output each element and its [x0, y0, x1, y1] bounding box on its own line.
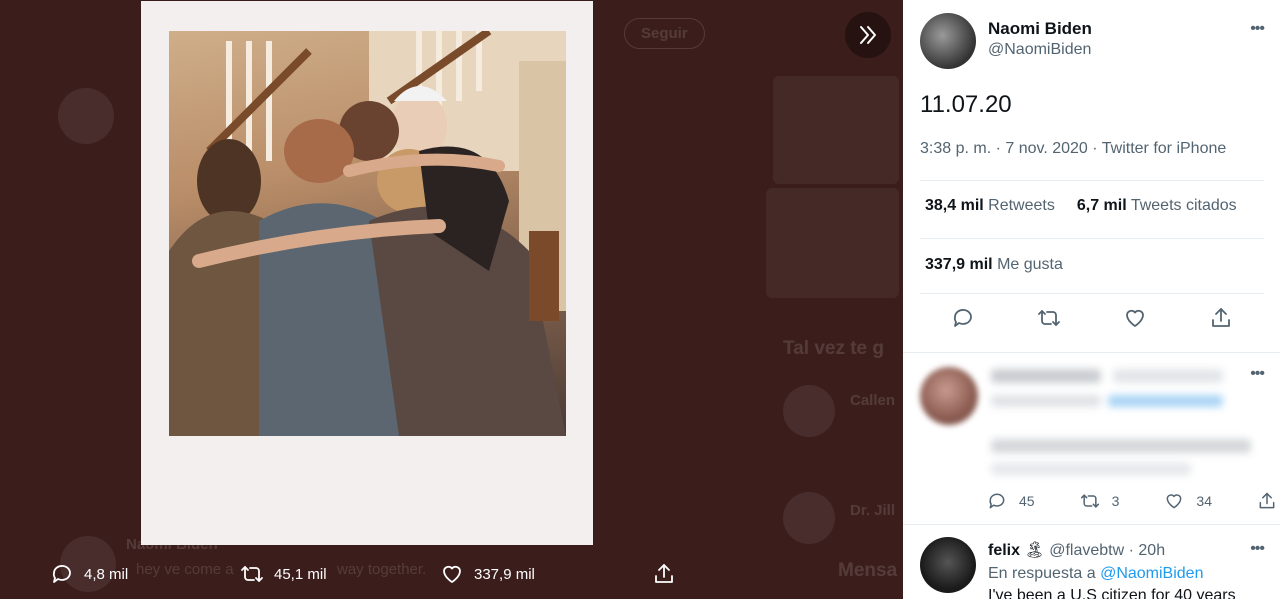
- retweet-icon: [241, 566, 263, 582]
- tweet-text: 11.07.20: [920, 91, 1012, 118]
- bg-thumb-1: [773, 76, 899, 184]
- reply-author-handle[interactable]: @flavebtw: [1049, 542, 1124, 559]
- heart-icon[interactable]: [1123, 306, 1147, 330]
- reply-author-emoji: 🏝: [1024, 542, 1045, 559]
- media-reply-button[interactable]: 4,8 mil: [50, 562, 240, 586]
- reply-context: En respuesta a @NaomiBiden: [988, 565, 1203, 583]
- reply-to-link[interactable]: @NaomiBiden: [1100, 565, 1203, 582]
- likes-stat[interactable]: 337,9 mil Me gusta: [925, 256, 1063, 274]
- heart-icon: [1166, 494, 1182, 509]
- bg-suggestion-avatar-1: [783, 385, 835, 437]
- divider: [920, 293, 1264, 294]
- reply-prefix: En respuesta a: [988, 565, 1096, 582]
- blurred-text: [1113, 369, 1223, 383]
- family-hug-photo: [169, 31, 566, 436]
- chevron-double-right-icon: [860, 26, 876, 44]
- bg-suggestions-heading: Tal vez te g: [783, 338, 885, 359]
- blurred-text: [991, 369, 1101, 383]
- likes-label: Me gusta: [997, 256, 1063, 273]
- reply-icon[interactable]: [951, 306, 975, 330]
- author-name[interactable]: Naomi Biden: [988, 19, 1092, 39]
- reply-icon: [52, 565, 71, 583]
- tweet-meta: 3:38 p. m. · 7 nov. 2020 · Twitter for i…: [920, 140, 1227, 157]
- more-icon[interactable]: •••: [1250, 21, 1265, 37]
- media-like-button[interactable]: 337,9 mil: [440, 562, 652, 586]
- share-icon[interactable]: [1209, 306, 1233, 330]
- tweet-action-bar: [920, 306, 1264, 330]
- reply-button[interactable]: 45: [987, 491, 1035, 511]
- bg-suggestion-1: Callen: [850, 392, 896, 409]
- quotes-stat[interactable]: 6,7 mil Tweets citados: [1077, 197, 1237, 215]
- tweet-time[interactable]: 3:38 p. m.: [920, 140, 991, 157]
- reply-author-name[interactable]: felix: [988, 542, 1020, 559]
- heart-icon: [443, 565, 461, 583]
- divider: [920, 180, 1264, 181]
- quotes-value: 6,7 mil: [1076, 197, 1127, 214]
- author-handle[interactable]: @NaomiBiden: [988, 41, 1091, 59]
- divider: [920, 238, 1264, 239]
- more-icon[interactable]: •••: [1250, 541, 1265, 557]
- bg-follow-button: Seguir: [624, 18, 705, 49]
- avatar[interactable]: [920, 537, 976, 593]
- media-action-bar: 4,8 mil 45,1 mil 337,9 mil: [50, 560, 690, 588]
- blurred-text: [991, 395, 1101, 407]
- blurred-text: [1108, 395, 1223, 407]
- tweet-source[interactable]: Twitter for iPhone: [1102, 140, 1227, 157]
- polaroid-image[interactable]: [141, 1, 593, 545]
- reply-text: I've been a U.S citizen for 40 years: [988, 587, 1236, 599]
- tweet-detail-panel: Naomi Biden @NaomiBiden ••• 11.07.20 3:3…: [903, 0, 1280, 599]
- more-icon[interactable]: •••: [1250, 366, 1265, 382]
- reply-count: 45: [1019, 493, 1035, 509]
- reply-age[interactable]: 20h: [1138, 542, 1165, 559]
- retweet-button[interactable]: 3: [1080, 491, 1120, 511]
- bg-thumb-2: [766, 188, 899, 298]
- bg-avatar: [58, 88, 114, 144]
- retweets-value: 38,4 mil: [925, 197, 984, 214]
- blurred-text: [991, 463, 1191, 475]
- retweets-stat[interactable]: 38,4 mil Retweets: [925, 197, 1055, 215]
- media-overlay[interactable]: Seguir Tal vez te g Callen Dr. Jill Mens…: [0, 0, 903, 599]
- retweets-label: Retweets: [988, 197, 1055, 214]
- share-icon: [655, 564, 673, 583]
- retweet-icon: [1080, 494, 1099, 508]
- bg-messages-label: Mensa: [838, 560, 898, 581]
- reply-action-bar: 45 3 34: [987, 491, 1277, 511]
- likes-value: 337,9 mil: [925, 256, 993, 273]
- tweet-date[interactable]: 7 nov. 2020: [1005, 140, 1087, 157]
- share-icon: [1259, 492, 1275, 509]
- tweet-stats-row: 38,4 mil Retweets 6,7 mil Tweets citados: [925, 197, 1237, 215]
- media-like-count: 337,9 mil: [474, 565, 535, 583]
- reply-felix[interactable]: felix 🏝 @flavebtw · 20h ••• En respuesta…: [903, 524, 1280, 599]
- reply-icon: [989, 493, 1005, 509]
- share-button[interactable]: [1257, 491, 1277, 511]
- quotes-label: Tweets citados: [1130, 197, 1237, 214]
- bg-suggestion-2: Dr. Jill: [850, 502, 896, 519]
- next-image-button[interactable]: [845, 12, 891, 58]
- avatar: [920, 367, 978, 425]
- bg-suggestion-avatar-2: [783, 492, 835, 544]
- media-retweet-button[interactable]: 45,1 mil: [240, 562, 440, 586]
- media-retweet-count: 45,1 mil: [274, 565, 327, 583]
- like-count: 34: [1196, 493, 1212, 509]
- tweet-author: Naomi Biden @NaomiBiden •••: [903, 0, 1280, 84]
- like-button[interactable]: 34: [1164, 491, 1212, 511]
- media-reply-count: 4,8 mil: [84, 565, 129, 583]
- retweet-icon[interactable]: [1037, 306, 1061, 330]
- media-share-button[interactable]: [652, 562, 676, 586]
- reply-header: felix 🏝 @flavebtw · 20h: [988, 542, 1166, 559]
- blurred-text: [991, 439, 1251, 453]
- reply-blurred[interactable]: ••• 45 3 34: [903, 352, 1280, 524]
- retweet-count: 3: [1111, 493, 1120, 509]
- author-avatar[interactable]: [920, 13, 976, 69]
